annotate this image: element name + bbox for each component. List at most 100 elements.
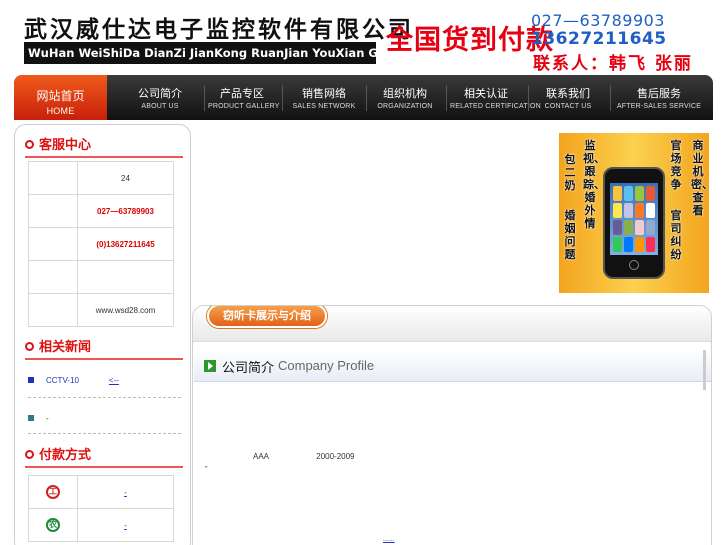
promo-text: 商业机密、查看: [691, 139, 713, 217]
nav-label: 联系我们: [546, 88, 590, 100]
nav-divider: [282, 85, 283, 111]
nav-sublabel: CONTACT US: [544, 103, 592, 110]
company-profile-en: Company Profile: [278, 358, 375, 373]
phone-landline: 027—63789903: [531, 11, 665, 30]
main-content-panel: 窃听卡展示与介绍 公司简介 Company Profile AAA 2000-2…: [192, 305, 712, 545]
company-intro-text: AAA 2000-2009: [253, 452, 355, 461]
nav-sublabel: RELATED CERTIFICATION: [450, 103, 541, 110]
app-icon: [646, 220, 655, 235]
circle-bullet-icon: [25, 140, 34, 149]
cash-on-delivery-banner: 全国货到付款: [386, 25, 554, 56]
service-cell-label: [28, 161, 78, 195]
payment-link[interactable]: -: [124, 488, 127, 497]
sidebar: 客服中心 24 027—63789903 (0)13627211645 www.…: [14, 124, 191, 545]
service-mobile: (0)13627211645: [77, 227, 174, 261]
app-icon: [624, 237, 633, 252]
nav-products[interactable]: 产品专区 PRODUCT GALLERY: [208, 75, 280, 120]
play-arrow-icon: [204, 360, 216, 372]
nav-certification[interactable]: 相关认证 RELATED CERTIFICATION: [450, 75, 541, 120]
icbc-logo-icon: 工: [46, 485, 60, 499]
app-icon: [613, 237, 622, 252]
circle-bullet-icon: [25, 342, 34, 351]
nav-sublabel: ORGANIZATION: [377, 103, 433, 110]
nav-home[interactable]: 网站首页 HOME: [14, 75, 107, 120]
app-icon: [646, 203, 655, 218]
company-logo-cn[interactable]: 武汉威仕达电子监控软件有限公司: [24, 10, 414, 44]
nav-label: 组织机构: [383, 88, 427, 100]
phone-mobile: 13627211645: [531, 29, 667, 49]
nav-contact[interactable]: 联系我们 CONTACT US: [532, 75, 604, 120]
app-icon: [624, 220, 633, 235]
site-header: 武汉威仕达电子监控软件有限公司 WuHan WeiShiDa DianZi Ji…: [0, 0, 727, 75]
nav-organization[interactable]: 组织机构 ORGANIZATION: [370, 75, 440, 120]
service-cell-label: [28, 194, 78, 228]
nav-sublabel: AFTER-SALES SERVICE: [616, 103, 702, 110]
nav-divider: [366, 85, 367, 111]
nav-label: 产品专区: [220, 88, 264, 100]
intro-years: 2000-2009: [316, 452, 355, 461]
service-table: 24 027—63789903 (0)13627211645 www.wsd28…: [28, 161, 174, 327]
app-icon: [646, 237, 655, 252]
related-news-label: 相关新闻: [39, 340, 92, 355]
promo-text: 婚姻问题: [564, 209, 576, 261]
service-cell-label: [28, 227, 78, 261]
app-icon: [635, 203, 644, 218]
service-hours: 24: [77, 161, 174, 195]
app-icon: [635, 220, 644, 235]
service-center-title: 客服中心: [25, 134, 184, 158]
service-website[interactable]: www.wsd28.com: [77, 293, 174, 327]
service-cell-label: [28, 260, 78, 294]
nav-about[interactable]: 公司简介 ABOUT US: [120, 75, 200, 120]
nav-divider: [446, 85, 447, 111]
news-tail: <--: [108, 376, 119, 385]
nav-label: 公司简介: [138, 88, 182, 100]
nav-divider: [610, 85, 611, 111]
spy-phone-promo-banner[interactable]: 包二奶 监视、跟踪、婚外情 婚姻问题 官场竞争 商业机密、查看 官司纠纷: [559, 133, 713, 293]
app-icon: [624, 186, 633, 201]
service-cell-label: [28, 293, 78, 327]
news-title: CCTV-10: [46, 376, 79, 385]
phone-screen: [610, 183, 658, 255]
app-icon: [635, 237, 644, 252]
app-icon: [613, 186, 622, 201]
nav-after-sales[interactable]: 售后服务 AFTER-SALES SERVICE: [616, 75, 702, 120]
payment-link-cell: -: [77, 475, 174, 509]
news-item[interactable]: CCTV-10 <--: [28, 376, 119, 385]
bank-logo-cell: 工: [28, 475, 78, 509]
payment-link[interactable]: -: [124, 521, 127, 530]
payment-methods-label: 付款方式: [39, 448, 92, 463]
nav-sublabel: SALES NETWORK: [292, 103, 356, 110]
intro-quote: ": [205, 466, 208, 473]
read-more-link[interactable]: ......: [383, 536, 395, 543]
square-bullet-icon: [28, 415, 34, 421]
main-nav: 网站首页 HOME 公司简介 ABOUT US 产品专区 PRODUCT GAL…: [14, 75, 713, 120]
circle-bullet-icon: [25, 450, 34, 459]
news-divider: [28, 397, 181, 398]
product-intro-badge[interactable]: 窃听卡展示与介绍: [207, 306, 327, 328]
nav-label: 网站首页: [36, 89, 85, 103]
bank-logo-cell: 农: [28, 508, 78, 542]
home-button-icon: [629, 260, 639, 270]
intro-rating: AAA: [253, 452, 270, 461]
app-icon: [624, 203, 633, 218]
nav-divider: [204, 85, 205, 111]
app-icon: [613, 203, 622, 218]
abc-logo-icon: 农: [46, 518, 60, 532]
promo-text: 官场竞争: [670, 139, 682, 191]
smartphone-image: [603, 167, 665, 279]
contact-people: 联系人：韩飞 张丽: [533, 54, 693, 74]
nav-sublabel: HOME: [46, 106, 75, 116]
scrollbar[interactable]: [703, 350, 706, 390]
nav-sublabel: PRODUCT GALLERY: [208, 103, 280, 110]
service-empty: [77, 260, 174, 294]
news-title: -: [46, 414, 49, 423]
promo-text: 监视、跟踪、婚外情: [583, 139, 605, 230]
news-item[interactable]: -: [28, 414, 49, 423]
app-icon: [635, 186, 644, 201]
news-divider: [28, 433, 181, 434]
related-news-title: 相关新闻: [25, 336, 184, 360]
nav-label: 售后服务: [637, 88, 681, 100]
nav-sales-network[interactable]: 销售网络 SALES NETWORK: [288, 75, 360, 120]
payment-link-cell: -: [77, 508, 174, 542]
service-phone: 027—63789903: [77, 194, 174, 228]
